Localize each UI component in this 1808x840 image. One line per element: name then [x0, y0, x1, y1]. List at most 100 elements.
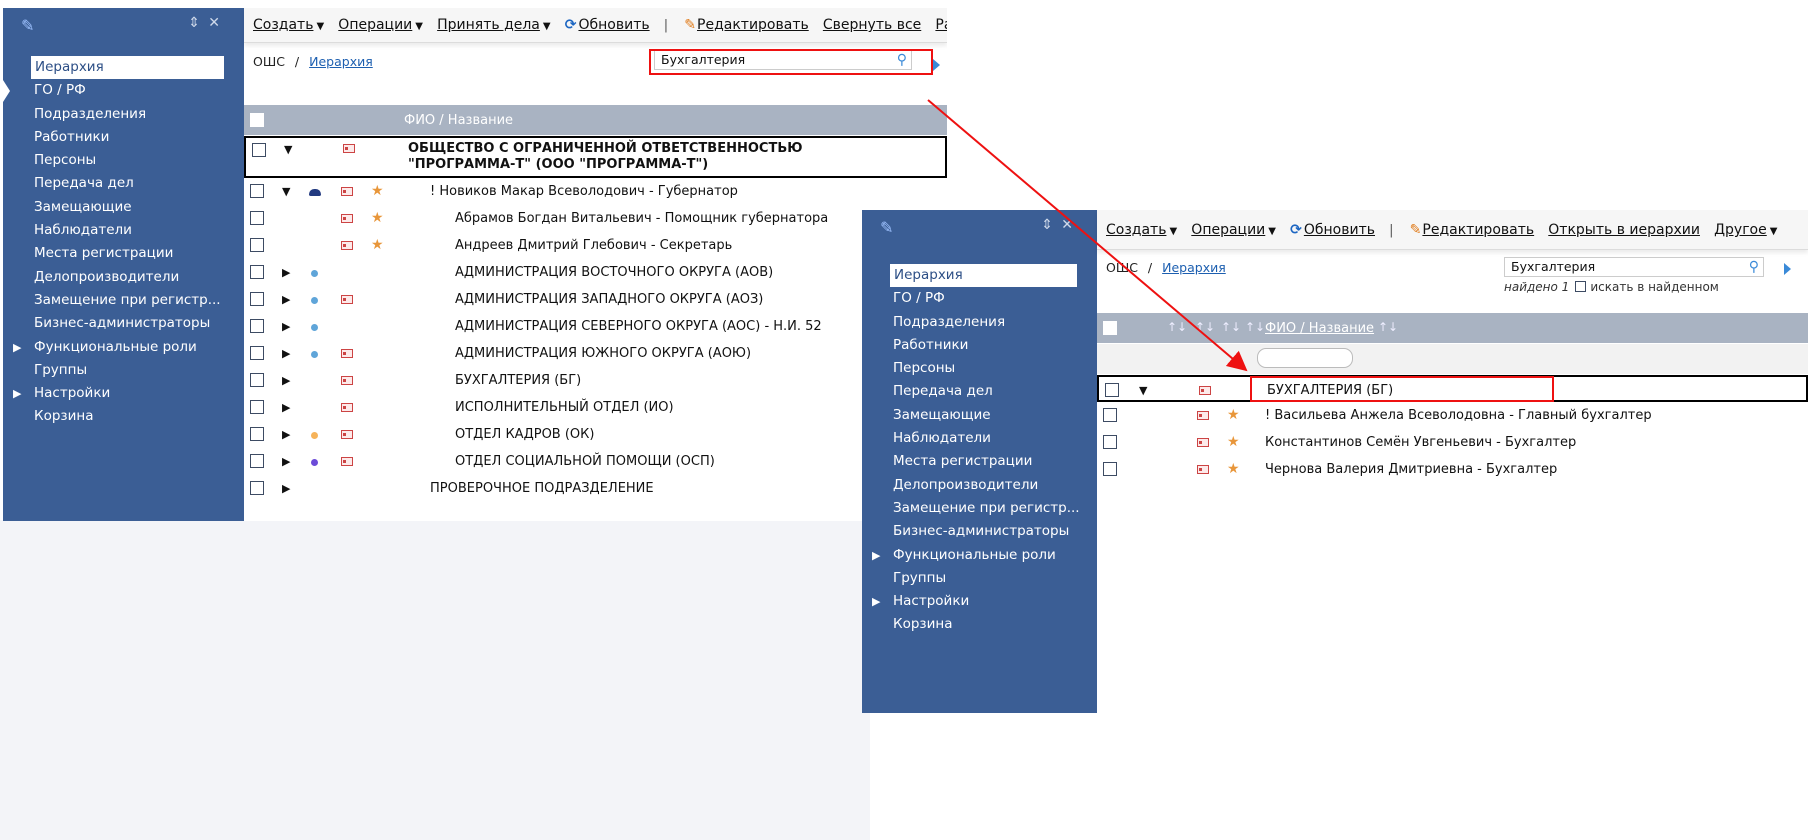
collapse-arrow-icon[interactable]: ▼ — [284, 142, 292, 158]
sidebar-item[interactable]: Подразделения — [3, 103, 244, 126]
sidebar-item[interactable]: Бизнес-администраторы — [3, 312, 244, 335]
table-row[interactable]: ★ Константинов Семён Увгеньевич - Бухгалт… — [1097, 429, 1808, 456]
expand-arrow-icon[interactable]: ▶ — [13, 382, 21, 405]
sidebar-item[interactable]: Замещающие — [3, 196, 244, 219]
search-input[interactable]: Бухгалтерия ⚲ — [1504, 257, 1764, 277]
expand-arrow-icon[interactable]: ▶ — [282, 421, 290, 448]
sidebar-item[interactable]: ▶ Настройки — [3, 382, 244, 405]
sidebar-item[interactable]: Наблюдатели — [3, 219, 244, 242]
create-menu[interactable]: Создать ▼ — [1106, 222, 1177, 238]
sidebar-item[interactable]: ▶ Функциональные роли — [3, 336, 244, 359]
sidebar-item[interactable]: ▶ Настройки — [862, 590, 1097, 613]
sidebar-item[interactable]: Иерархия — [890, 264, 1077, 288]
other-menu[interactable]: Другое ▼ — [1714, 222, 1777, 238]
edit-button[interactable]: ✎Редактировать — [1410, 222, 1534, 238]
advanced-search-icon[interactable]: ⚲ — [1749, 258, 1759, 276]
table-row[interactable]: ★ Чернова Валерия Дмитриевна - Бухгалтер — [1097, 456, 1808, 483]
sort-icon[interactable]: ↑↓ — [1378, 320, 1398, 334]
row-checkbox[interactable] — [250, 184, 264, 198]
row-checkbox[interactable] — [252, 143, 266, 157]
row-checkbox[interactable] — [250, 346, 264, 360]
refresh-button[interactable]: ⟳ Обновить — [1290, 222, 1375, 238]
expand-arrow-icon[interactable]: ▶ — [282, 448, 290, 475]
row-checkbox[interactable] — [1103, 462, 1117, 476]
select-all-checkbox[interactable] — [250, 113, 264, 127]
sidebar-item[interactable]: Замещение при регистр... — [3, 289, 244, 312]
search-next-icon[interactable] — [1784, 263, 1791, 275]
table-row[interactable]: ★ Андреев Дмитрий Глебович - Секретарь — [244, 232, 947, 259]
collapse-arrow-icon[interactable]: ▼ — [282, 178, 290, 205]
sidebar-item[interactable]: Иерархия — [31, 56, 224, 80]
table-row[interactable]: ▶ ПРОВЕРОЧНОЕ ПОДРАЗДЕЛЕНИЕ — [244, 475, 947, 502]
table-row[interactable]: ▼ ★ ! Новиков Макар Всеволодович - Губерна… — [244, 178, 947, 205]
expand-arrow-icon[interactable]: ▶ — [872, 544, 880, 567]
table-row[interactable]: ▶ БУХГАЛТЕРИЯ (БГ) — [244, 367, 947, 394]
sidebar-item[interactable]: Делопроизводители — [862, 474, 1097, 497]
sidebar-item[interactable]: Корзина — [862, 613, 1097, 636]
sort-icon[interactable]: ↑↓ — [1221, 320, 1241, 334]
column-name-header[interactable]: ФИО / Название — [1265, 321, 1374, 336]
create-menu[interactable]: Создать ▼ — [253, 17, 324, 33]
operations-menu[interactable]: Операции ▼ — [1191, 222, 1276, 238]
name-filter-input[interactable] — [1257, 348, 1353, 368]
accept-cases-menu[interactable]: Принять дела ▼ — [437, 17, 550, 33]
sidebar-item[interactable]: Корзина — [3, 405, 244, 428]
close-icon[interactable]: ✕ — [1061, 217, 1073, 233]
sidebar-item[interactable]: Места регистрации — [862, 450, 1097, 473]
row-checkbox[interactable] — [250, 400, 264, 414]
expand-arrow-icon[interactable]: ▶ — [282, 313, 290, 340]
search-in-found-checkbox[interactable] — [1575, 281, 1587, 292]
table-row[interactable]: ▶ ИСПОЛНИТЕЛЬНЫЙ ОТДЕЛ (ИО) — [244, 394, 947, 421]
collapse-icon[interactable]: ⇕ — [188, 15, 200, 31]
row-checkbox[interactable] — [250, 211, 264, 225]
collapse-all-button[interactable]: Свернуть все — [823, 17, 921, 33]
row-checkbox[interactable] — [250, 319, 264, 333]
sidebar-item[interactable]: Работники — [3, 126, 244, 149]
expand-arrow-icon[interactable]: ▶ — [282, 475, 290, 502]
search-next-icon[interactable] — [933, 59, 940, 71]
sidebar-item[interactable]: Работники — [862, 334, 1097, 357]
sidebar-item[interactable]: Группы — [3, 359, 244, 382]
expand-arrow-icon[interactable]: ▶ — [282, 367, 290, 394]
expand-arrow-icon[interactable]: ▶ — [282, 286, 290, 313]
operations-menu[interactable]: Операции ▼ — [338, 17, 423, 33]
expand-arrow-icon[interactable]: ▶ — [282, 259, 290, 286]
expand-arrow-icon[interactable]: ▶ — [872, 590, 880, 613]
table-row[interactable]: ★ Абрамов Богдан Витальевич - Помощник гу… — [244, 205, 947, 232]
breadcrumb-current[interactable]: Иерархия — [1162, 260, 1226, 275]
row-checkbox[interactable] — [250, 427, 264, 441]
sidebar-item[interactable]: Персоны — [862, 357, 1097, 380]
table-row[interactable]: ★ ! Васильева Анжела Всеволодовна - Главн… — [1097, 402, 1808, 429]
sidebar-item[interactable]: Бизнес-администраторы — [862, 520, 1097, 543]
select-all-checkbox[interactable] — [1103, 321, 1117, 335]
pin-icon[interactable]: ✎ — [880, 218, 893, 237]
sidebar-item[interactable]: Персоны — [3, 149, 244, 172]
sidebar-item[interactable]: Передача дел — [862, 380, 1097, 403]
table-row[interactable]: ▼ ОБЩЕСТВО С ОГРАНИЧЕННОЙ ОТВЕТСТВЕННОСТЬ… — [244, 136, 947, 178]
row-checkbox[interactable] — [1103, 408, 1117, 422]
sidebar-item[interactable]: ▶ Функциональные роли — [862, 544, 1097, 567]
row-checkbox[interactable] — [1105, 383, 1119, 397]
expand-arrow-icon[interactable]: ▶ — [282, 340, 290, 367]
sidebar-item[interactable]: ГО / РФ — [862, 287, 1097, 310]
column-name-header[interactable]: ФИО / Название — [404, 113, 513, 128]
sort-icon[interactable]: ↑↓ — [1167, 320, 1187, 334]
pin-icon[interactable]: ✎ — [21, 16, 34, 35]
sidebar-handle[interactable] — [3, 80, 10, 102]
row-checkbox[interactable] — [250, 454, 264, 468]
refresh-button[interactable]: ⟳ Обновить — [565, 17, 650, 33]
open-in-hierarchy-button[interactable]: Открыть в иерархии — [1548, 222, 1700, 238]
sidebar-item[interactable]: Места регистрации — [3, 242, 244, 265]
sidebar-item[interactable]: Делопроизводители — [3, 266, 244, 289]
sidebar-item[interactable]: ГО / РФ — [3, 79, 244, 102]
table-row[interactable]: ▶ АДМИНИСТРАЦИЯ ЗАПАДНОГО ОКРУГА (АОЗ) — [244, 286, 947, 313]
sidebar-item[interactable]: Передача дел — [3, 172, 244, 195]
sidebar-item[interactable]: Группы — [862, 567, 1097, 590]
table-row[interactable]: ▶ ОТДЕЛ КАДРОВ (ОК) — [244, 421, 947, 448]
row-checkbox[interactable] — [250, 265, 264, 279]
sidebar-item[interactable]: Замещение при регистр... — [862, 497, 1097, 520]
sort-icon[interactable]: ↑↓ — [1245, 320, 1265, 334]
expand-all-button[interactable]: Развернуть — [935, 17, 947, 33]
sort-icon[interactable]: ↑↓ — [1195, 320, 1215, 334]
table-row[interactable]: ▶ ОТДЕЛ СОЦИАЛЬНОЙ ПОМОЩИ (ОСП) — [244, 448, 947, 475]
